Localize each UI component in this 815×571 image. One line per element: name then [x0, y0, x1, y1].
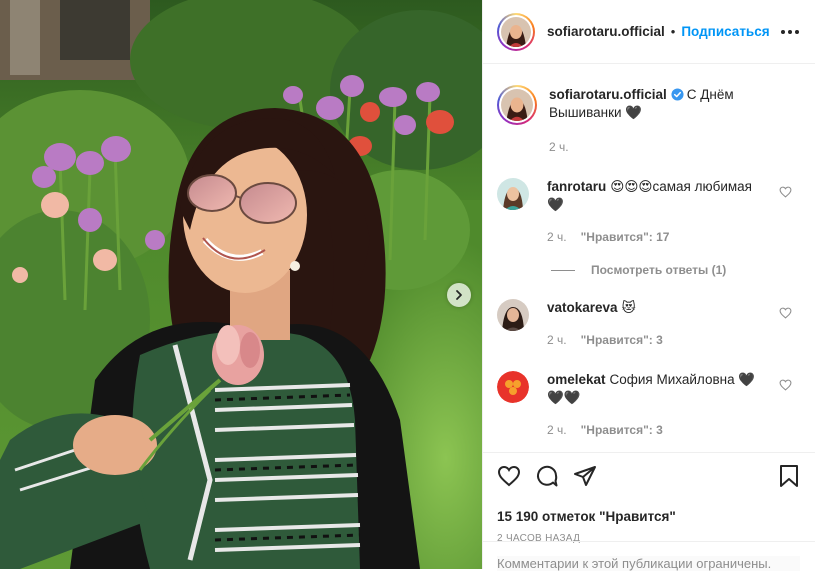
comment-username[interactable]: omelekat — [547, 372, 606, 387]
caption: sofiarotaru.official С Днём Вышиванки 🖤 … — [497, 85, 800, 156]
verified-badge-icon — [671, 88, 684, 101]
more-dot-icon — [795, 29, 799, 34]
view-replies-button[interactable]: Посмотреть ответы (1) — [551, 263, 800, 277]
heart-icon — [497, 465, 521, 487]
action-icons — [497, 463, 800, 489]
replies-divider — [551, 269, 575, 271]
caption-time[interactable]: 2 ч. — [549, 138, 569, 156]
owner-avatar[interactable] — [497, 12, 535, 51]
owner-username[interactable]: sofiarotaru.official — [547, 24, 665, 39]
comment-time[interactable]: 2 ч. — [547, 331, 567, 349]
like-comment-heart-icon[interactable] — [779, 379, 792, 391]
commenter-avatar[interactable] — [497, 371, 529, 403]
comment-meta: 2 ч. "Нравится": 17 — [547, 228, 757, 246]
comment-time[interactable]: 2 ч. — [547, 228, 567, 246]
bookmark-icon — [780, 465, 798, 487]
chevron-right-icon — [456, 290, 462, 300]
post-actions: 15 190 отметок "Нравится" 2 часов назад — [483, 452, 815, 544]
paper-plane-icon — [574, 466, 596, 486]
caption-body: sofiarotaru.official С Днём Вышиванки 🖤 … — [549, 86, 759, 156]
comment-username[interactable]: vatokareva — [547, 300, 618, 315]
comment-username[interactable]: fanrotaru — [547, 179, 606, 194]
comments-list[interactable]: sofiarotaru.official С Днём Вышиванки 🖤 … — [483, 65, 815, 451]
commenter-avatar[interactable] — [497, 178, 529, 210]
add-comment-area — [483, 541, 815, 571]
comment-body: vatokareva 😻 2 ч. "Нравится": 3 — [547, 299, 757, 349]
avatar-photo — [501, 89, 533, 121]
comment-button[interactable] — [535, 464, 559, 488]
post-side-panel: sofiarotaru.official • Подписаться sofia… — [482, 0, 815, 571]
comment-time[interactable]: 2 ч. — [547, 421, 567, 439]
likes-count[interactable]: 15 190 отметок "Нравится" — [497, 509, 800, 524]
like-comment-heart-icon[interactable] — [779, 186, 792, 198]
comment-likes[interactable]: "Нравится": 3 — [581, 331, 663, 349]
comment-item: fanrotaru 😍😍😍самая любимая 🖤 2 ч. "Нравит… — [497, 178, 800, 246]
next-photo-button[interactable] — [447, 283, 471, 307]
comment-body: omelekat София Михайловна 🖤🖤🖤 2 ч. "Нрави… — [547, 371, 757, 439]
photo-woman-in-garden — [0, 0, 482, 569]
comment-item: vatokareva 😻 2 ч. "Нравится": 3 — [497, 299, 800, 349]
comment-meta: 2 ч. "Нравится": 3 — [547, 421, 757, 439]
instagram-post: sofiarotaru.official • Подписаться sofia… — [0, 0, 815, 571]
comment-body: fanrotaru 😍😍😍самая любимая 🖤 2 ч. "Нравит… — [547, 178, 757, 246]
follow-button[interactable]: Подписаться — [681, 24, 769, 39]
like-comment-heart-icon[interactable] — [779, 307, 792, 319]
avatar-ring-inner — [499, 14, 533, 49]
avatar-ring-inner — [499, 87, 535, 123]
comment-likes[interactable]: "Нравится": 3 — [581, 421, 663, 439]
comment-likes[interactable]: "Нравится": 17 — [581, 228, 670, 246]
view-replies-label: Посмотреть ответы (1) — [591, 263, 727, 277]
more-dot-icon — [788, 29, 792, 34]
separator-dot: • — [670, 24, 676, 39]
commenter-avatar[interactable] — [497, 299, 529, 331]
comment-item: omelekat София Михайловна 🖤🖤🖤 2 ч. "Нрави… — [497, 371, 800, 439]
more-dot-icon — [781, 29, 785, 34]
like-button[interactable] — [497, 465, 521, 487]
caption-username[interactable]: sofiarotaru.official — [549, 87, 667, 102]
comment-text: 😻 — [621, 300, 636, 315]
save-button[interactable] — [778, 464, 800, 488]
share-button[interactable] — [573, 464, 597, 488]
comment-meta: 2 ч. "Нравится": 3 — [547, 331, 757, 349]
post-header: sofiarotaru.official • Подписаться — [483, 0, 815, 64]
caption-meta: 2 ч. — [549, 138, 759, 156]
post-photo[interactable] — [0, 0, 482, 569]
avatar-photo — [501, 16, 531, 47]
comment-bubble-icon — [537, 465, 558, 487]
more-options-button[interactable] — [781, 29, 799, 34]
caption-avatar[interactable] — [497, 85, 537, 125]
